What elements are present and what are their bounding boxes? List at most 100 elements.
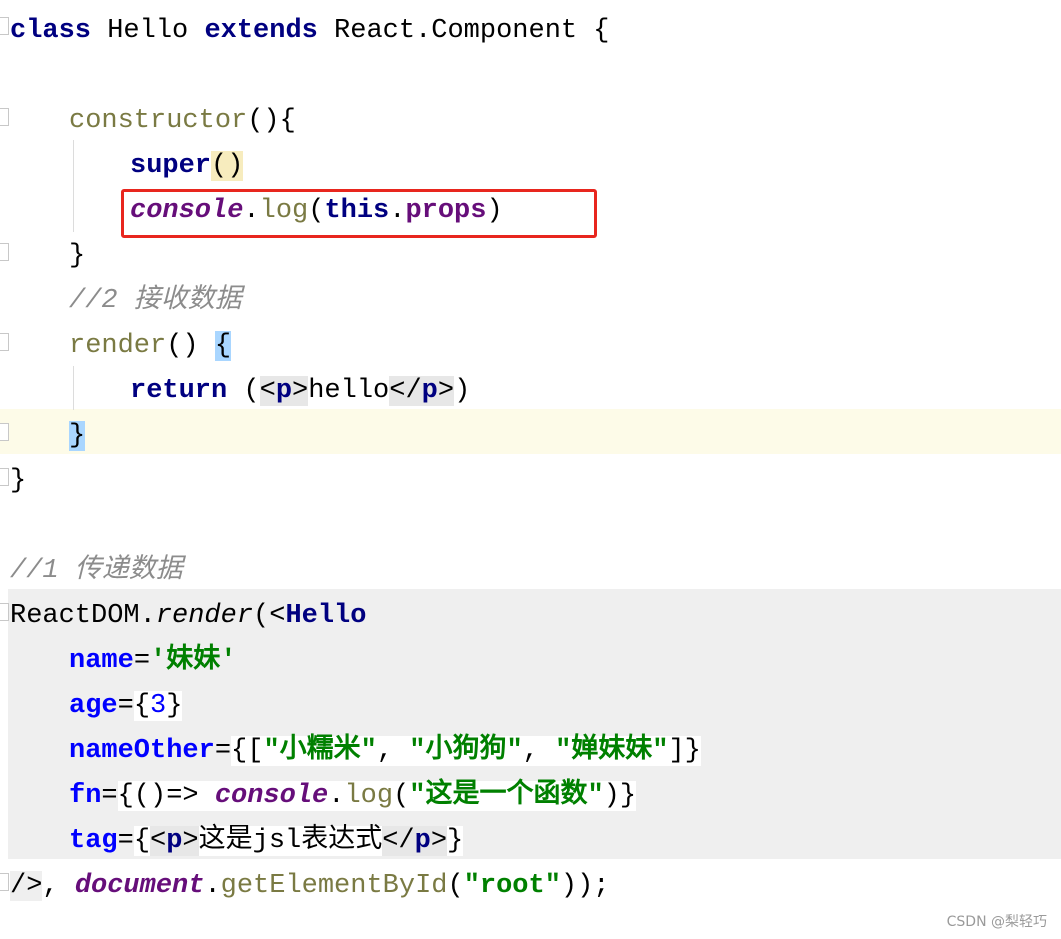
code-text: = xyxy=(117,691,134,721)
code-text: ReactDOM xyxy=(10,601,140,631)
code-text: ]} xyxy=(668,736,701,766)
code-text: . xyxy=(139,601,156,631)
code-text: } xyxy=(447,826,464,856)
indent-guide xyxy=(73,366,74,410)
code-text: ( xyxy=(447,871,464,901)
code-text: } xyxy=(69,241,86,271)
comment: //2 接收数据 xyxy=(69,286,242,316)
jsx-attribute: tag xyxy=(69,826,118,856)
code-text: ( xyxy=(393,781,410,811)
string-literal: "root" xyxy=(463,871,561,901)
code-text: , xyxy=(522,736,556,766)
fold-marker[interactable] xyxy=(0,603,9,621)
code-text: 这是jsl表达式 xyxy=(198,826,383,856)
method-name: render xyxy=(155,601,254,631)
code-text: = xyxy=(117,826,134,856)
code-text: > xyxy=(437,376,455,406)
paren-match: () xyxy=(211,151,244,181)
method-name: getElementById xyxy=(220,871,448,901)
code-line-9[interactable]: return (<p>hello</p>) xyxy=(130,369,470,414)
code-line-19[interactable]: tag={<p>这是jsl表达式</p>} xyxy=(69,819,464,864)
code-text: ) xyxy=(454,376,471,406)
code-text: { xyxy=(133,826,151,856)
code-line-14[interactable]: ReactDOM.render(<Hello xyxy=(10,594,366,639)
fold-marker[interactable] xyxy=(0,423,9,441)
method-name: constructor xyxy=(69,106,248,136)
jsx-attribute: nameOther xyxy=(69,736,215,766)
code-text: </ xyxy=(389,376,422,406)
class-name: Hello xyxy=(91,16,205,46)
fold-marker[interactable] xyxy=(0,333,9,351)
code-line-15[interactable]: name='妹妹' xyxy=(69,639,236,684)
method-name: render xyxy=(69,331,167,361)
string-literal: "这是一个函数" xyxy=(409,781,604,811)
fold-marker[interactable] xyxy=(0,468,9,486)
code-line-20[interactable]: />, document.getElementById("root")); xyxy=(10,864,610,909)
code-text: /> xyxy=(10,871,43,901)
code-line-10[interactable]: } xyxy=(69,414,86,459)
jsx-tag: p xyxy=(275,376,293,406)
code-line-13[interactable]: //1 传递数据 xyxy=(10,549,183,594)
indent-guide xyxy=(73,140,74,232)
code-text: > xyxy=(292,376,309,406)
fold-marker[interactable] xyxy=(0,17,9,35)
code-text: )} xyxy=(603,781,637,811)
code-line-1[interactable]: class Hello extends React.Component { xyxy=(10,9,610,54)
keyword: class xyxy=(10,16,92,46)
code-text: , xyxy=(42,871,75,901)
number-literal: 3 xyxy=(150,691,167,721)
code-text: ( xyxy=(227,376,260,406)
code-text: { xyxy=(133,691,151,721)
code-line-16[interactable]: age={3} xyxy=(69,684,183,729)
code-text: {()=> xyxy=(117,781,215,811)
code-line-7[interactable]: //2 接收数据 xyxy=(69,279,242,324)
watermark: CSDN @梨轻巧 xyxy=(946,914,1047,930)
code-text: , xyxy=(376,736,410,766)
string-literal: "小狗狗" xyxy=(409,736,523,766)
jsx-attribute: age xyxy=(69,691,118,721)
code-text: < xyxy=(269,601,286,631)
code-text: </ xyxy=(382,826,415,856)
method-name: log xyxy=(344,781,394,811)
code-line-17[interactable]: nameOther={["小糯米", "小狗狗", "婵妹妹"]} xyxy=(69,729,701,774)
code-text: > xyxy=(182,826,199,856)
code-text: < xyxy=(259,376,276,406)
keyword: super xyxy=(130,151,212,181)
current-line-highlight xyxy=(0,409,1061,454)
document-object: document xyxy=(74,871,205,901)
code-text: < xyxy=(150,826,167,856)
string-literal: '妹妹' xyxy=(150,646,237,676)
code-text: = xyxy=(214,736,232,766)
red-highlight-box xyxy=(121,189,597,238)
code-line-11[interactable]: } xyxy=(10,459,26,504)
code-text: {[ xyxy=(231,736,264,766)
code-line-18[interactable]: fn={()=> console.log("这是一个函数")} xyxy=(69,774,637,819)
code-text: hello xyxy=(308,376,390,406)
jsx-tag: Hello xyxy=(285,601,367,631)
code-text: . xyxy=(328,781,345,811)
code-line-4[interactable]: super() xyxy=(130,144,244,189)
brace-match: { xyxy=(214,331,232,361)
comment: //1 传递数据 xyxy=(10,556,183,586)
brace-match: } xyxy=(69,421,86,451)
code-text: ( xyxy=(253,601,270,631)
code-text: . xyxy=(204,871,221,901)
code-text: = xyxy=(101,781,118,811)
fold-marker[interactable] xyxy=(0,873,9,891)
jsx-tag: p xyxy=(421,376,438,406)
code-line-6[interactable]: } xyxy=(69,234,85,279)
code-line-3[interactable]: constructor(){ xyxy=(69,99,296,144)
code-line-8[interactable]: render() { xyxy=(69,324,232,369)
code-text: } xyxy=(166,691,183,721)
code-text: () xyxy=(166,331,215,361)
keyword: return xyxy=(130,376,228,406)
code-text: = xyxy=(133,646,151,676)
code-text: } xyxy=(10,466,27,496)
jsx-tag: p xyxy=(166,826,183,856)
fold-marker[interactable] xyxy=(0,243,9,261)
fold-marker[interactable] xyxy=(0,108,9,126)
console-object: console xyxy=(214,781,329,811)
code-text: (){ xyxy=(247,106,296,136)
string-literal: "婵妹妹" xyxy=(555,736,669,766)
code-text: React.Component { xyxy=(317,16,610,46)
